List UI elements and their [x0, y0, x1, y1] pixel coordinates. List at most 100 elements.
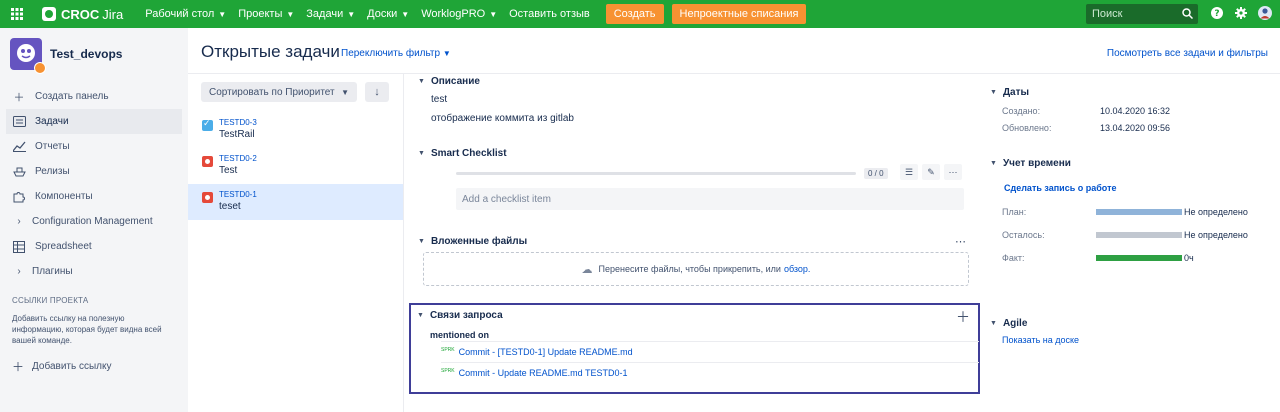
- sort-dropdown[interactable]: Сортировать по Приоритет ▼: [201, 82, 357, 102]
- project-sidebar: Test_devops ＋ Создать панель Задачи Отче…: [0, 28, 188, 412]
- logo-brand: CROC: [61, 6, 100, 22]
- croc-logo-icon: [42, 7, 56, 21]
- sidebar-item-releases[interactable]: Релизы: [0, 159, 188, 184]
- created-value: 10.04.2020 16:32: [1100, 106, 1171, 116]
- checklist-toolbar: ☰ ✎ ⋯: [900, 164, 962, 180]
- file-drop-zone[interactable]: ☁ Перенесите файлы, чтобы прикрепить, ил…: [423, 252, 969, 286]
- bug-type-icon: [202, 192, 213, 203]
- log-work-link[interactable]: Сделать запись о работе: [1004, 183, 1117, 193]
- issue-summary: TestRail: [219, 129, 255, 140]
- menu-issues[interactable]: Задачи ▼: [306, 8, 355, 20]
- menu-feedback[interactable]: Оставить отзыв: [509, 8, 590, 20]
- menu-boards-label: Доски: [367, 8, 398, 20]
- checklist-section-toggle[interactable]: ▼ Smart Checklist: [418, 148, 507, 159]
- search-input[interactable]: Поиск: [1086, 4, 1198, 24]
- project-links-note: Добавить ссылку на полезную информацию, …: [12, 314, 162, 345]
- chevron-down-icon: ▼: [286, 9, 295, 19]
- user-avatar[interactable]: [1258, 6, 1272, 20]
- table-icon: [12, 240, 26, 254]
- main-menu: Рабочий стол ▼ Проекты ▼ Задачи ▼ Доски ▼ Wo…: [145, 4, 807, 24]
- linked-commit-link[interactable]: Commit - [TESTD0-1] Update README.md: [459, 347, 633, 357]
- filter-icon[interactable]: ☰: [900, 164, 918, 180]
- linked-commit-row[interactable]: SPRK Commit - [TESTD0-1] Update README.m…: [441, 341, 979, 362]
- sidebar-item-label: Spreadsheet: [35, 241, 92, 252]
- settings-gear-icon[interactable]: [1234, 6, 1248, 20]
- issue-list-item-selected[interactable]: TESTD0-1 teset: [188, 184, 403, 220]
- issue-key: TESTD0-3: [219, 118, 257, 127]
- chart-icon: [12, 140, 26, 154]
- sidebar-item-create-board[interactable]: ＋ Создать панель: [0, 84, 188, 109]
- jira-logo[interactable]: CROC Jira: [42, 7, 123, 22]
- plus-icon: ＋: [13, 91, 25, 104]
- checklist-item-input[interactable]: Add a checklist item: [456, 188, 964, 210]
- fact-label: Факт:: [1002, 253, 1025, 263]
- bug-type-icon: [202, 156, 213, 167]
- sidebar-item-label: Configuration Management: [32, 216, 153, 227]
- add-link-button[interactable]: ＋ Добавить ссылку: [0, 346, 188, 375]
- time-tracking-section-toggle[interactable]: ▼ Учет времени: [990, 158, 1071, 169]
- logo-product: Jira: [102, 6, 124, 22]
- links-section-toggle[interactable]: ▼ Связи запроса: [417, 310, 503, 321]
- drop-text: Перенесите файлы, чтобы прикрепить, или: [598, 264, 781, 274]
- non-project-writeoff-button[interactable]: Непроектные списания: [671, 4, 807, 24]
- menu-projects[interactable]: Проекты ▼: [238, 8, 294, 20]
- page-header: Открытые задачи Переключить фильтр ▼ Пос…: [188, 28, 1280, 74]
- linked-commit-link[interactable]: Commit - Update README.md TESTD0-1: [459, 368, 628, 378]
- linked-commit-row[interactable]: SPRK Commit - Update README.md TESTD0-1: [441, 362, 979, 383]
- sidebar-item-label: Отчеты: [35, 141, 70, 152]
- issue-list-item[interactable]: TESTD0-2 Test: [188, 148, 403, 184]
- menu-worklogpro[interactable]: WorklogPRO ▼: [421, 8, 497, 20]
- add-link-plus-icon[interactable]: ＋: [956, 307, 970, 327]
- menu-dashboard[interactable]: Рабочий стол ▼: [145, 8, 226, 20]
- checklist-count: 0 / 0: [864, 168, 888, 179]
- project-name: Test_devops: [50, 47, 123, 61]
- switch-filter-dropdown[interactable]: Переключить фильтр ▼: [341, 48, 451, 59]
- description-section-toggle[interactable]: ▼ Описание: [418, 76, 480, 87]
- sidebar-nav: ＋ Создать панель Задачи Отчеты Релизы Ко…: [0, 84, 188, 284]
- remaining-label: Осталось:: [1002, 230, 1045, 240]
- app-switcher-icon[interactable]: [0, 0, 34, 28]
- menu-boards[interactable]: Доски ▼: [367, 8, 409, 20]
- links-title: Связи запроса: [429, 310, 503, 321]
- collapse-icon: ▼: [990, 160, 997, 167]
- switch-filter-label: Переключить фильтр: [341, 48, 441, 59]
- sidebar-item-issues[interactable]: Задачи: [6, 109, 182, 134]
- view-all-issues-link[interactable]: Посмотреть все задачи и фильтры: [1107, 48, 1268, 59]
- browse-link[interactable]: обзор.: [784, 264, 811, 274]
- collapse-icon: ▼: [418, 238, 425, 245]
- description-title: Описание: [430, 76, 480, 87]
- chevron-down-icon: ▼: [341, 87, 349, 97]
- edit-pencil-icon[interactable]: ✎: [922, 164, 940, 180]
- commit-type-badge: SPRK: [441, 368, 455, 374]
- sidebar-item-label: Создать панель: [35, 91, 109, 102]
- help-icon[interactable]: ?: [1210, 6, 1224, 20]
- project-header[interactable]: Test_devops: [0, 28, 188, 74]
- collapse-icon: ▼: [418, 150, 425, 157]
- show-on-board-link[interactable]: Показать на доске: [1002, 335, 1079, 345]
- updated-label: Обновлено:: [1002, 123, 1052, 133]
- sidebar-item-spreadsheet[interactable]: Spreadsheet: [0, 234, 188, 259]
- agile-section-toggle[interactable]: ▼ Agile: [990, 318, 1027, 329]
- plan-value: Не определено: [1184, 207, 1248, 217]
- more-icon[interactable]: ⋯: [955, 235, 967, 248]
- issue-detail: ▼ Описание test отображение коммита из gi…: [404, 74, 980, 412]
- attachments-section-toggle[interactable]: ▼ Вложенные файлы: [418, 236, 527, 247]
- arrow-down-icon: ↓: [374, 86, 380, 98]
- sidebar-item-components[interactable]: Компоненты: [0, 184, 188, 209]
- dates-section-toggle[interactable]: ▼ Даты: [990, 87, 1029, 98]
- sidebar-item-plugins[interactable]: › Плагины: [0, 259, 188, 284]
- issue-list-item[interactable]: TESTD0-3 TestRail: [188, 112, 403, 148]
- chevron-down-icon: ▼: [218, 9, 227, 19]
- ship-icon: [12, 165, 26, 179]
- issue-list: TESTD0-3 TestRail TESTD0-2 Test TESTD0-1…: [188, 112, 403, 220]
- sidebar-item-configuration-management[interactable]: › Configuration Management: [0, 209, 188, 234]
- menu-feedback-label: Оставить отзыв: [509, 8, 590, 20]
- sort-direction-button[interactable]: ↓: [365, 82, 389, 102]
- issue-key: TESTD0-1: [219, 190, 257, 199]
- more-icon[interactable]: ⋯: [944, 164, 962, 180]
- sidebar-item-reports[interactable]: Отчеты: [0, 134, 188, 159]
- create-button[interactable]: Создать: [605, 4, 664, 24]
- collapse-icon: ▼: [990, 320, 997, 327]
- puzzle-icon: [12, 190, 26, 204]
- remaining-bar: [1096, 232, 1182, 238]
